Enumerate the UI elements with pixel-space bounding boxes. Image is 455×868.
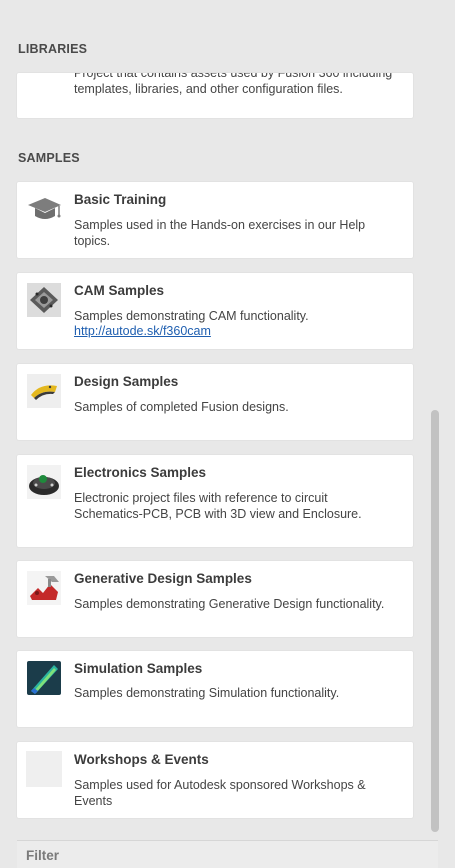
project-card-simulation-samples[interactable]: Simulation Samples Samples demonstrating… — [17, 651, 413, 727]
workshops-thumbnail — [26, 751, 62, 787]
project-card-workshops-events[interactable]: Workshops & Events Samples used for Auto… — [17, 742, 413, 818]
simulation-thumbnail — [26, 660, 62, 696]
card-title: Workshops & Events — [74, 752, 209, 767]
card-title: Basic Training — [74, 192, 167, 207]
cam-link[interactable]: http://autode.sk/f360cam — [74, 324, 211, 338]
design-thumbnail — [26, 373, 62, 409]
card-desc: Samples demonstrating Generative Design … — [74, 597, 385, 611]
filter-label: Filter — [26, 848, 60, 863]
card-desc: Samples used in the Hands-on exercises i… — [74, 218, 366, 248]
card-title: CAM Samples — [74, 283, 165, 298]
card-title: Generative Design Samples — [74, 571, 252, 586]
card-desc: Samples used for Autodesk sponsored Work… — [74, 778, 366, 808]
cam-thumbnail — [26, 282, 62, 318]
samples-label: SAMPLES — [18, 151, 80, 165]
project-card-generative-design-samples[interactable]: Generative Design Samples Samples demons… — [17, 561, 413, 637]
libraries-card-desc: Project that contains assets used by Fus… — [74, 73, 393, 96]
graduation-cap-icon — [26, 191, 62, 227]
project-card-cam-samples[interactable]: CAM Samples Samples demonstrating CAM fu… — [17, 273, 413, 349]
card-desc: Samples demonstrating CAM functionality. — [74, 309, 309, 323]
vertical-scrollbar[interactable] — [431, 410, 439, 832]
card-title: Electronics Samples — [74, 465, 207, 480]
generative-thumbnail — [26, 570, 62, 606]
libraries-label: LIBRARIES — [18, 42, 88, 56]
card-desc: Electronic project files with reference … — [74, 491, 362, 521]
card-desc: Samples demonstrating Simulation functio… — [74, 686, 340, 700]
card-desc: Samples of completed Fusion designs. — [74, 400, 289, 414]
card-title: Design Samples — [74, 374, 179, 389]
electronics-thumbnail — [26, 464, 62, 500]
project-card-design-samples[interactable]: Design Samples Samples of completed Fusi… — [17, 364, 413, 440]
libraries-card[interactable]: Project that contains assets used by Fus… — [17, 73, 413, 118]
card-title: Simulation Samples — [74, 661, 203, 676]
filter-bar[interactable]: Filter — [17, 840, 438, 868]
project-card-basic-training[interactable]: Basic Training Samples used in the Hands… — [17, 182, 413, 258]
project-card-electronics-samples[interactable]: Electronics Samples Electronic project f… — [17, 455, 413, 547]
